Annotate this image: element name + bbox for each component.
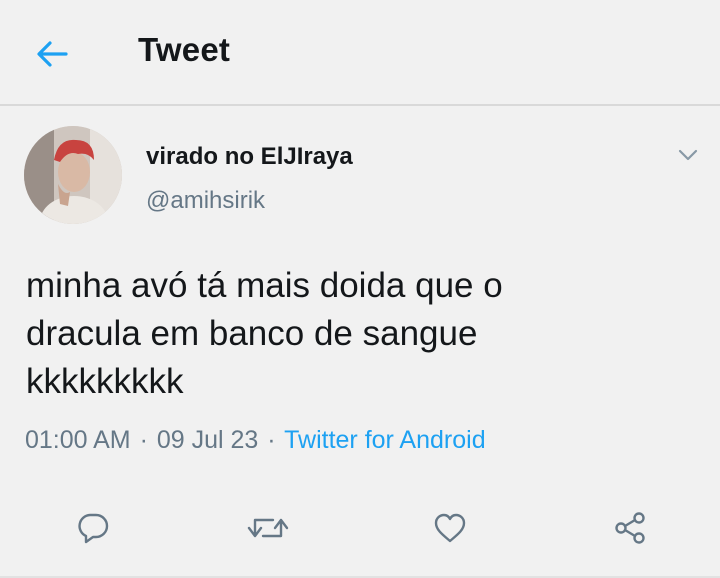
tweet-source-link[interactable]: Twitter for Android <box>284 426 485 454</box>
arrow-left-icon <box>37 41 68 67</box>
chevron-down-icon <box>678 149 698 161</box>
tweet-text: minha avó tá mais doida que o dracula em… <box>26 262 696 406</box>
like-icon <box>434 513 466 543</box>
author-name[interactable]: virado no ElJIraya <box>146 143 353 171</box>
retweet-button[interactable] <box>244 510 292 546</box>
share-icon <box>615 512 645 544</box>
back-button[interactable] <box>30 34 74 74</box>
action-bar <box>0 500 720 556</box>
meta-separator: · <box>267 426 276 454</box>
tweet-date: 09 Jul 23 <box>156 426 259 454</box>
tweet-meta: 01:00 AM · 09 Jul 23 · Twitter for Andro… <box>25 426 486 455</box>
meta-separator: · <box>139 426 148 454</box>
reply-icon <box>78 513 109 544</box>
header-divider <box>0 104 720 106</box>
reply-button[interactable] <box>73 510 113 546</box>
like-button[interactable] <box>430 510 470 546</box>
more-options-button[interactable] <box>676 144 700 166</box>
avatar-image <box>24 126 122 224</box>
author-handle[interactable]: @amihsirik <box>146 187 265 215</box>
tweet-text-line: dracula em banco de sangue <box>26 314 478 353</box>
page-title: Tweet <box>138 31 231 68</box>
avatar[interactable] <box>24 126 122 224</box>
top-bar: Tweet <box>0 0 720 104</box>
tweet-text-line: kkkkkkkkk <box>26 362 184 401</box>
tweet-time: 01:00 AM <box>25 426 131 454</box>
share-button[interactable] <box>610 510 650 546</box>
retweet-icon <box>247 518 289 538</box>
tweet-text-line: minha avó tá mais doida que o <box>26 266 503 305</box>
